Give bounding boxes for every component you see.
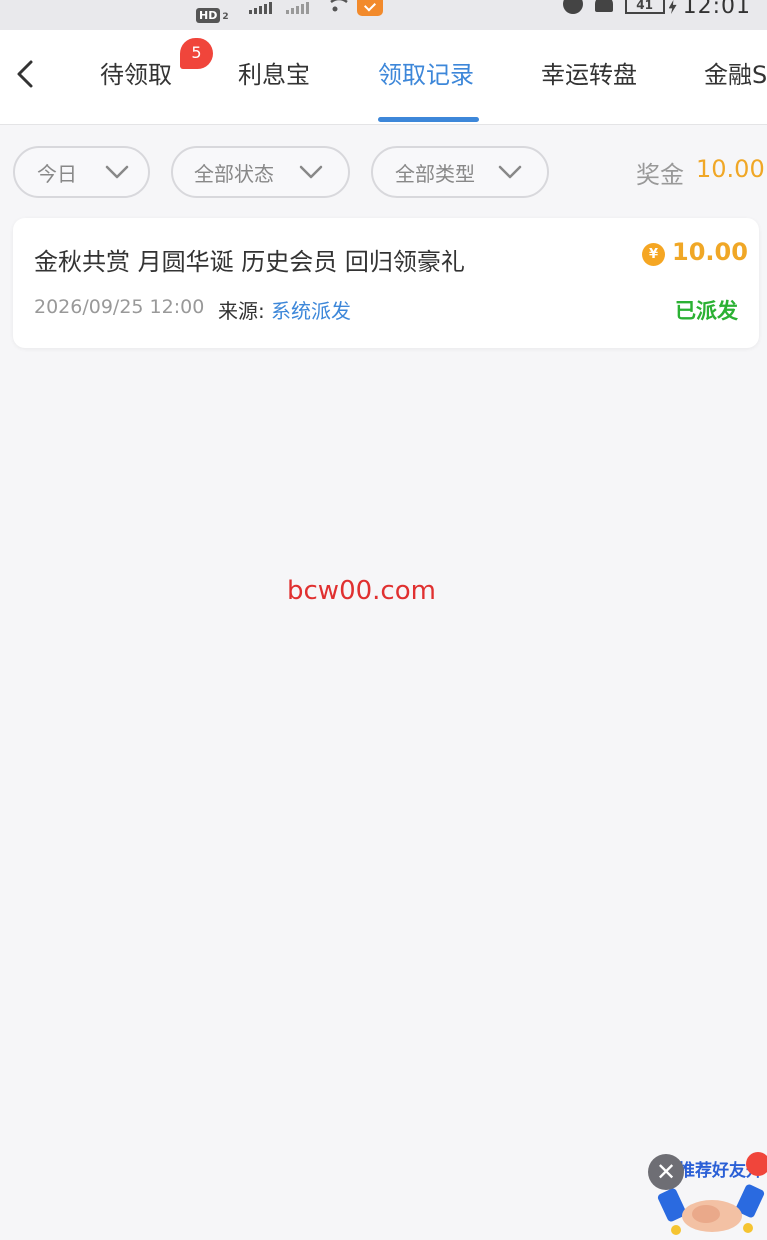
tab-finance-label: 金融S (704, 61, 767, 89)
hd-sim-label: 2 (222, 12, 229, 22)
date-filter-dropdown[interactable]: 今日 (13, 146, 150, 198)
coin-icon: ¥ (642, 243, 665, 266)
tab-interest[interactable]: 利息宝 (238, 57, 310, 93)
back-button[interactable] (8, 54, 44, 94)
record-datetime: 2026/09/25 12:00 (34, 296, 205, 318)
date-filter-label: 今日 (37, 161, 77, 186)
promo-close-button[interactable]: ✕ (648, 1154, 684, 1190)
promo-notification-dot (746, 1152, 767, 1176)
charging-icon (668, 0, 677, 14)
active-tab-indicator (378, 117, 479, 122)
status-filter-label: 全部状态 (194, 161, 274, 186)
bonus-total-label: 奖金 (636, 161, 684, 189)
signal-icon (248, 2, 272, 14)
mute-bell-icon (594, 0, 613, 12)
chevron-left-icon (17, 60, 33, 88)
tab-pending[interactable]: 待领取 (100, 57, 172, 93)
status-filter-dropdown[interactable]: 全部状态 (171, 146, 350, 198)
chevron-down-icon (498, 165, 522, 179)
page: HD 2 41 12:01 待领取 5 利息宝 领取记录 幸运转盘 金融S 今日… (0, 0, 767, 1240)
chevron-down-icon (299, 165, 323, 179)
status-left-group: HD 2 (196, 0, 383, 23)
type-filter-label: 全部类型 (395, 161, 475, 186)
record-card: 金秋共赏 月圆华诞 历史会员 回归领豪礼 ¥ 10.00 2026/09/25 … (13, 218, 759, 348)
wifi-icon (329, 0, 348, 12)
tab-lucky-wheel-label: 幸运转盘 (541, 61, 637, 89)
pending-count-badge: 5 (180, 38, 213, 69)
battery-icon: 41 (624, 0, 665, 14)
record-title: 金秋共赏 月圆华诞 历史会员 回归领豪礼 (34, 248, 465, 276)
tab-pending-label: 待领取 (100, 61, 172, 89)
tab-lucky-wheel[interactable]: 幸运转盘 (541, 57, 637, 93)
bonus-total-value: 10.00 (696, 155, 765, 183)
tab-claim-records[interactable]: 领取记录 (378, 57, 474, 93)
app-notification-icon (356, 0, 383, 16)
referral-promo-widget[interactable]: 推荐好友升 ✕ (646, 1148, 767, 1240)
watermark-text: bcw00.com (287, 576, 436, 606)
record-status: 已派发 (675, 299, 738, 323)
tab-interest-label: 利息宝 (238, 61, 310, 89)
hd-icon: HD (196, 8, 221, 23)
type-filter-dropdown[interactable]: 全部类型 (371, 146, 549, 198)
signal-secondary-icon (285, 2, 309, 14)
record-source-value: 系统派发 (271, 299, 351, 323)
alarm-icon (562, 0, 583, 14)
record-source-label: 来源: (218, 299, 265, 323)
tab-finance[interactable]: 金融S (704, 57, 767, 93)
status-bar: HD 2 41 12:01 (0, 0, 767, 30)
status-time: 12:01 (682, 0, 751, 19)
tab-claim-records-label: 领取记录 (378, 61, 474, 89)
chevron-down-icon (105, 165, 129, 179)
record-amount: 10.00 (672, 238, 748, 266)
top-navigation: 待领取 5 利息宝 领取记录 幸运转盘 金融S (0, 30, 767, 125)
status-right-group: 41 12:01 (562, 0, 751, 19)
